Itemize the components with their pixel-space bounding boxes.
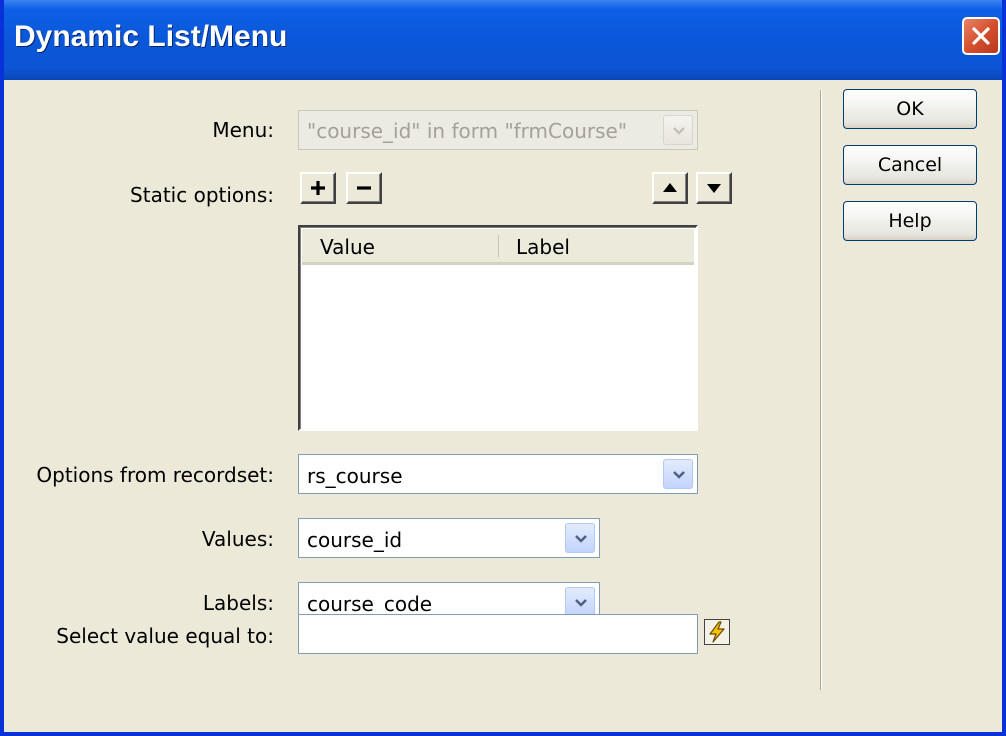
select-value-equal-to-label: Select value equal to: — [56, 624, 274, 648]
chevron-down-icon — [673, 127, 685, 135]
minus-icon — [357, 186, 371, 190]
menu-select: "course_id" in form "frmCourse" — [298, 110, 698, 150]
plus-icon — [311, 181, 325, 195]
chevron-down-icon — [575, 599, 587, 607]
window-title: Dynamic List/Menu — [14, 20, 288, 53]
title-bar[interactable]: Dynamic List/Menu — [4, 0, 1002, 80]
column-divider — [498, 235, 499, 257]
remove-option-button[interactable] — [346, 172, 382, 204]
close-icon — [972, 27, 990, 45]
recordset-select-value: rs_course — [307, 464, 403, 488]
values-select[interactable]: course_id — [298, 518, 600, 558]
values-dropdown-button[interactable] — [565, 523, 595, 553]
chevron-down-icon — [673, 471, 685, 479]
close-button[interactable] — [962, 17, 1000, 55]
static-options-list[interactable]: Value Label — [298, 225, 698, 431]
labels-select-value: course_code — [307, 592, 433, 616]
labels-dropdown-button[interactable] — [565, 587, 595, 617]
menu-label: Menu: — [212, 118, 274, 142]
list-header: Value Label — [302, 229, 694, 265]
values-label: Values: — [201, 527, 274, 551]
move-down-button[interactable] — [696, 172, 732, 204]
dialog-window: Dynamic List/Menu Menu: "course_id" in f… — [0, 0, 1006, 736]
arrow-down-icon — [707, 184, 721, 193]
cancel-button[interactable]: Cancel — [843, 145, 977, 185]
help-button[interactable]: Help — [843, 201, 977, 241]
lightning-bolt-icon — [709, 621, 725, 643]
options-from-recordset-label: Options from recordset: — [36, 463, 274, 487]
recordset-dropdown-button[interactable] — [663, 459, 693, 489]
chevron-down-icon — [575, 535, 587, 543]
labels-label: Labels: — [202, 591, 274, 615]
column-header-label[interactable]: Label — [516, 235, 570, 259]
recordset-select[interactable]: rs_course — [298, 454, 698, 494]
ok-button[interactable]: OK — [843, 89, 977, 129]
vertical-separator — [820, 90, 822, 690]
static-options-label: Static options: — [130, 183, 274, 207]
select-value-input[interactable] — [298, 614, 698, 654]
menu-dropdown-button — [663, 115, 693, 145]
dynamic-data-button[interactable] — [704, 619, 730, 645]
values-select-value: course_id — [307, 528, 403, 552]
column-header-value[interactable]: Value — [320, 235, 375, 259]
arrow-up-icon — [663, 183, 677, 192]
menu-select-value: "course_id" in form "frmCourse" — [307, 119, 628, 143]
add-option-button[interactable] — [300, 172, 336, 204]
move-up-button[interactable] — [652, 172, 688, 204]
